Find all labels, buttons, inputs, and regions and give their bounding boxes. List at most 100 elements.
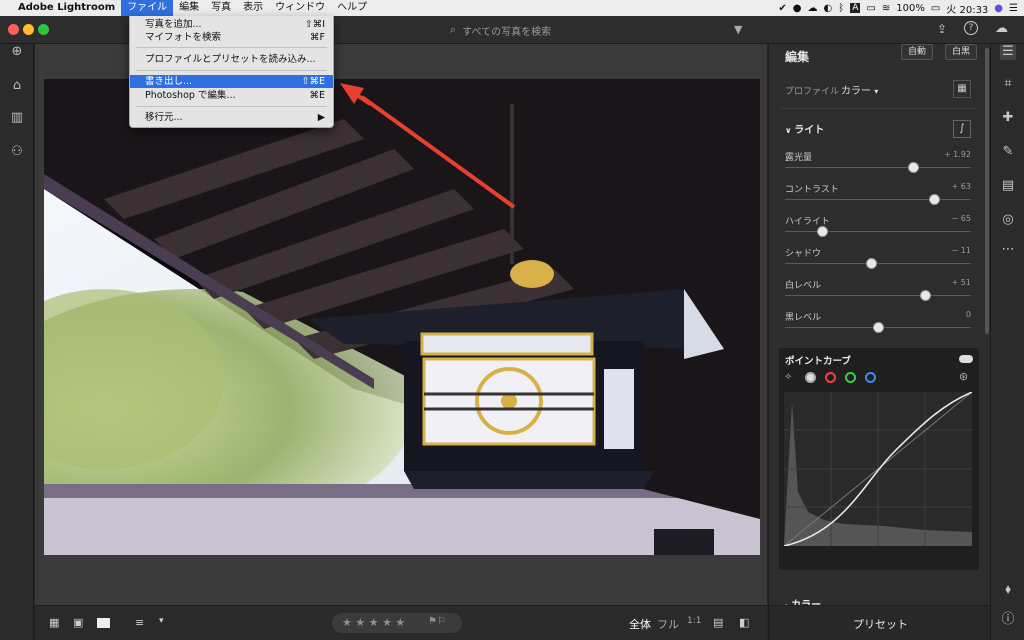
curve-toggle[interactable]: [959, 355, 973, 363]
filter-icon[interactable]: ▼: [734, 23, 742, 36]
people-icon[interactable]: ⚇: [9, 144, 25, 160]
slider-value[interactable]: + 1.92: [944, 150, 971, 159]
menu-item-migrate-from[interactable]: 移行元... ▶: [130, 111, 333, 124]
input-source-icon[interactable]: A: [850, 3, 861, 13]
parametric-curve-icon[interactable]: ⟡: [785, 371, 792, 382]
search-field[interactable]: ⌕ すべての写真を検索: [450, 22, 750, 38]
flag-icon[interactable]: ⚑⚐: [428, 616, 446, 627]
cloud-icon[interactable]: ☁: [808, 3, 818, 14]
view-fit-toggle[interactable]: フル: [657, 616, 679, 632]
light-section-toggle[interactable]: ∨ ライト: [785, 121, 824, 136]
library-icon[interactable]: ▥: [9, 110, 25, 126]
control-center-icon[interactable]: ☰: [1009, 3, 1018, 14]
tool-rail: ☰ ⌗ ✚ ✎ ▤ ◎ ⋯ ⬧ ⓘ: [990, 44, 1024, 640]
help-icon[interactable]: ?: [964, 21, 978, 35]
bluetooth-icon[interactable]: ᛒ: [838, 3, 844, 14]
photo-lantern[interactable]: [44, 79, 760, 555]
cloud-status-icon[interactable]: ☁: [995, 21, 1008, 36]
tag-icon[interactable]: ⬧: [1000, 582, 1016, 598]
single-view-icon[interactable]: [97, 618, 110, 628]
blue-channel-button[interactable]: [865, 372, 876, 383]
clock[interactable]: 火 20:33: [946, 1, 988, 16]
window-close-button[interactable]: [8, 24, 19, 35]
slider-track[interactable]: [785, 199, 971, 200]
info-icon[interactable]: ⓘ: [1000, 612, 1016, 628]
window-zoom-button[interactable]: [38, 24, 49, 35]
healing-icon[interactable]: ✚: [1000, 110, 1016, 126]
slider-value[interactable]: 0: [966, 310, 971, 319]
slider-value[interactable]: + 63: [952, 182, 971, 191]
slider-value[interactable]: − 65: [952, 214, 971, 223]
green-channel-button[interactable]: [845, 372, 856, 383]
view-all-toggle[interactable]: 全体: [629, 616, 651, 632]
chevron-down-icon: ∨: [785, 126, 795, 135]
menu-edit[interactable]: 編集: [173, 0, 205, 16]
display-icon[interactable]: ▭: [866, 3, 875, 14]
window-minimize-button[interactable]: [23, 24, 34, 35]
profile-browser-icon[interactable]: ▦: [953, 80, 971, 98]
panel-scrollbar[interactable]: [985, 48, 989, 334]
grid-large-icon[interactable]: ▣: [73, 616, 83, 629]
menu-item-export[interactable]: 書き出し... ⇧⌘E: [130, 75, 333, 88]
linear-gradient-icon[interactable]: ▤: [1000, 178, 1016, 194]
brush-icon[interactable]: ✎: [1000, 144, 1016, 160]
curve-graph[interactable]: [784, 392, 972, 546]
target-adjust-icon[interactable]: ⊛: [959, 370, 968, 383]
slider-track[interactable]: [785, 167, 971, 168]
slider-track[interactable]: [785, 231, 971, 232]
slider-knob[interactable]: [919, 290, 931, 301]
sort-icon[interactable]: ≡: [135, 616, 144, 629]
sound-icon[interactable]: ◐: [824, 3, 833, 14]
grid-small-icon[interactable]: ▦: [49, 616, 59, 629]
presets-bar[interactable]: プリセット: [769, 605, 991, 640]
menu-help[interactable]: ヘルプ: [331, 0, 373, 16]
slider-knob[interactable]: [873, 322, 884, 333]
menu-item-edit-in-photoshop[interactable]: Photoshop で編集... ⌘E: [130, 89, 333, 102]
wifi-icon[interactable]: ≋: [882, 3, 890, 14]
rgb-channel-button[interactable]: [805, 372, 816, 383]
sort-chevron-icon[interactable]: ▾: [159, 616, 164, 626]
home-icon[interactable]: ⌂: [9, 78, 25, 94]
bw-button[interactable]: 白黒: [945, 44, 978, 60]
slider-row: ハイライト − 65: [785, 214, 971, 244]
slider-knob[interactable]: [928, 194, 940, 205]
tone-curve-icon[interactable]: ∫: [953, 120, 971, 138]
apple-menu-icon[interactable]: [0, 0, 12, 16]
slider-knob[interactable]: [817, 226, 829, 237]
edit-sliders-icon[interactable]: ☰: [1000, 44, 1016, 60]
check-icon[interactable]: ✔: [778, 3, 786, 14]
more-icon[interactable]: ⋯: [1000, 242, 1016, 258]
menu-view[interactable]: 表示: [237, 0, 269, 16]
auto-button[interactable]: 自動: [901, 44, 934, 60]
panel-toggle-icon[interactable]: ◧: [739, 616, 749, 629]
menu-photo[interactable]: 写真: [205, 0, 237, 16]
compare-icon[interactable]: ▤: [713, 616, 723, 629]
app-name-menu[interactable]: Adobe Lightroom: [12, 0, 121, 16]
sync-icon[interactable]: ●: [793, 3, 802, 14]
crop-icon[interactable]: ⌗: [1000, 76, 1016, 92]
bottom-toolbar: ▦ ▣ ≡ ▾ ★ ★ ★ ★ ★ ⚑⚐ 全体 フル 1:1 ▤ ◧: [35, 605, 767, 640]
view-1to1-toggle[interactable]: 1:1: [687, 616, 701, 626]
slider-track[interactable]: [785, 263, 971, 264]
radial-gradient-icon[interactable]: ◎: [1000, 212, 1016, 228]
slider-value[interactable]: − 11: [952, 246, 971, 255]
menu-item-import-presets[interactable]: プロファイルとプリセットを読み込み...: [130, 53, 333, 66]
profile-select[interactable]: カラー ▾: [841, 82, 878, 97]
slider-knob[interactable]: [865, 258, 877, 269]
slider-knob[interactable]: [908, 162, 920, 173]
siri-icon[interactable]: ●: [994, 3, 1003, 14]
point-curve-panel: ポイントカーブ ⟡ ⊛: [779, 348, 979, 570]
star-rating[interactable]: ★ ★ ★ ★ ★: [342, 616, 405, 629]
menu-item-find-photos[interactable]: マイフォトを検索 ⌘F: [130, 31, 333, 44]
menu-window[interactable]: ウィンドウ: [269, 0, 331, 16]
menu-item-add-photos[interactable]: 写真を追加... ⇧⌘I: [130, 18, 333, 31]
add-photos-icon[interactable]: ⊕: [9, 44, 25, 60]
menubar-status-area: ✔ ● ☁ ◐ ᛒ A ▭ ≋ 100% ▭ 火 20:33 ● ☰: [778, 0, 1018, 16]
presets-button[interactable]: プリセット: [853, 616, 908, 632]
slider-value[interactable]: + 51: [952, 278, 971, 287]
slider-track[interactable]: [785, 295, 971, 296]
menu-file[interactable]: ファイル: [121, 0, 174, 16]
share-icon[interactable]: ⇪: [937, 22, 947, 36]
battery-icon[interactable]: ▭: [931, 3, 940, 14]
red-channel-button[interactable]: [825, 372, 836, 383]
